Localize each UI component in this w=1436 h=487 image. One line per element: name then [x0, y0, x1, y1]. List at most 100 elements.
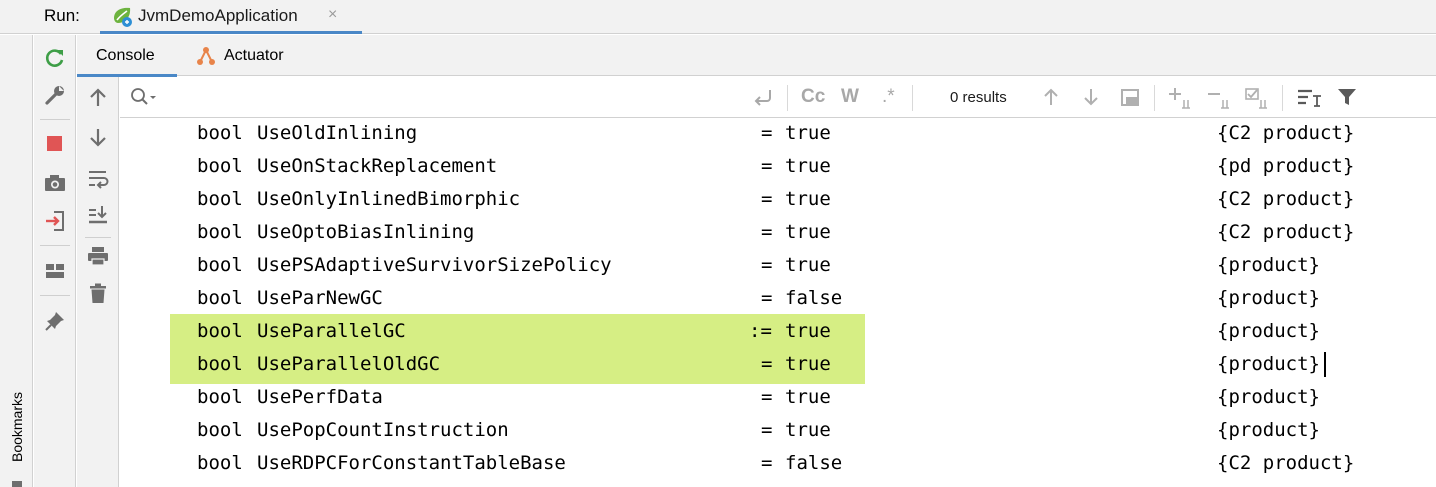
tab-console-label: Console: [96, 47, 155, 64]
flag-type: bool: [197, 419, 243, 441]
down-arrow-icon[interactable]: [85, 124, 111, 150]
flag-value: true: [785, 221, 831, 243]
flag-name: UsePSAdaptiveSurvivorSizePolicy: [257, 254, 612, 276]
flag-kind: {product}: [1217, 353, 1320, 375]
bookmark-icon: [12, 481, 22, 487]
tab-console[interactable]: Console: [77, 35, 177, 77]
flag-kind: {C2 product}: [1217, 188, 1355, 210]
bookmarks-sidebar: Bookmarks: [0, 35, 33, 487]
flag-value: true: [785, 188, 831, 210]
select-all-occurrences-icon[interactable]: [1117, 84, 1143, 110]
flag-name: UseParallelOldGC: [257, 353, 441, 375]
flag-operator: =: [761, 452, 773, 474]
match-case-button[interactable]: Cc: [801, 84, 825, 110]
flag-value: false: [785, 452, 843, 474]
active-tab-indicator: [100, 31, 362, 34]
flag-operator: =: [761, 221, 773, 243]
flag-name: UsePerfData: [257, 386, 383, 408]
tab-actuator[interactable]: Actuator: [187, 35, 307, 76]
filter-search-results-icon[interactable]: [1295, 84, 1323, 110]
toolbar-separator: [1282, 85, 1283, 111]
exclude-occurrence-icon[interactable]: [1243, 84, 1271, 110]
flag-type: bool: [197, 254, 243, 276]
flag-kind: {product}: [1217, 386, 1320, 408]
flag-name: UseParallelGC: [257, 320, 406, 342]
console-search-bar: Cc W .* 0 results: [120, 77, 1436, 118]
flag-name: UseOnlyInlinedBimorphic: [257, 188, 521, 210]
flag-kind: {C2 product}: [1217, 221, 1355, 243]
search-icon[interactable]: [130, 87, 158, 107]
flag-name: UseRDPCForConstantTableBase: [257, 452, 566, 474]
toolbar-separator: [40, 245, 70, 246]
up-arrow-icon[interactable]: [85, 85, 111, 111]
text-caret: [1324, 352, 1326, 377]
regex-button[interactable]: .*: [882, 84, 895, 110]
flag-operator: =: [761, 254, 773, 276]
flag-value: true: [785, 386, 831, 408]
bookmarks-tool-button[interactable]: Bookmarks: [6, 385, 26, 475]
previous-occurrence-icon[interactable]: [1038, 84, 1064, 110]
run-tab-title: JvmDemoApplication: [138, 6, 298, 25]
console-line: bool UsePerfData = true {product}: [120, 382, 1436, 415]
flag-value: true: [785, 122, 831, 144]
console-line: bool UseParallelOldGC = true {product}: [120, 349, 1436, 382]
toolbar-separator: [40, 119, 70, 120]
flag-kind: {product}: [1217, 419, 1320, 441]
flag-kind: {product}: [1217, 320, 1320, 342]
flag-value: true: [785, 353, 831, 375]
flag-name: UseOldInlining: [257, 122, 418, 144]
run-toolbar: [34, 35, 76, 487]
flag-value: true: [785, 155, 831, 177]
new-line-icon[interactable]: [750, 84, 776, 110]
flag-operator: =: [761, 122, 773, 144]
flag-type: bool: [197, 452, 243, 474]
run-tool-window-header: Run: JvmDemoApplication ×: [0, 0, 1436, 34]
soft-wrap-icon[interactable]: [85, 165, 111, 191]
login-icon[interactable]: [42, 208, 68, 234]
layout-icon[interactable]: [42, 258, 68, 284]
add-occurrence-icon[interactable]: [1166, 84, 1194, 110]
console-line: bool UseOptoBiasInlining = true {C2 product}: [120, 217, 1436, 250]
toolbar-separator: [1154, 85, 1155, 111]
run-configuration-tab[interactable]: JvmDemoApplication ×: [100, 0, 362, 34]
console-line: bool UseOnStackReplacement = true {pd produc…: [120, 151, 1436, 184]
flag-operator: =: [761, 155, 773, 177]
flag-type: bool: [197, 221, 243, 243]
rerun-icon[interactable]: [42, 45, 68, 71]
console-output[interactable]: bool UseOldInlining = true {C2 product} bool U…: [120, 118, 1436, 487]
scroll-to-end-icon[interactable]: [85, 202, 111, 228]
flag-type: bool: [197, 188, 243, 210]
search-input[interactable]: [164, 85, 744, 109]
flag-name: UseParNewGC: [257, 287, 383, 309]
camera-icon[interactable]: [42, 170, 68, 196]
console-line: bool UseOnlyInlinedBimorphic = true {C2 prod…: [120, 184, 1436, 217]
next-occurrence-icon[interactable]: [1078, 84, 1104, 110]
print-icon[interactable]: [85, 243, 111, 269]
console-line: bool UseRDPCForConstantTableBase = false {C2…: [120, 448, 1436, 481]
run-label: Run:: [44, 6, 80, 25]
filter-icon[interactable]: [1334, 84, 1360, 110]
toolbar-separator: [787, 85, 788, 111]
wrench-icon[interactable]: [42, 82, 68, 108]
flag-operator: =: [761, 419, 773, 441]
toolbar-separator: [912, 85, 913, 111]
remove-occurrence-icon[interactable]: [1205, 84, 1233, 110]
console-tab-bar: Console Actuator: [77, 35, 1436, 77]
stop-icon[interactable]: [42, 131, 68, 157]
spring-boot-icon: [114, 7, 132, 27]
console-line: bool UseParNewGC = false {product}: [120, 283, 1436, 316]
flag-operator: =: [761, 353, 773, 375]
pin-icon[interactable]: [42, 308, 68, 334]
words-button[interactable]: W: [841, 84, 859, 110]
console-line: bool UseParallelGC:= true {product}: [120, 316, 1436, 349]
bookmarks-label: Bookmarks: [9, 391, 25, 463]
flag-name: UsePopCountInstruction: [257, 419, 509, 441]
trash-icon[interactable]: [85, 280, 111, 306]
flag-operator: =: [761, 188, 773, 210]
flag-operator: =: [761, 386, 773, 408]
toolbar-separator: [85, 237, 111, 238]
close-icon[interactable]: ×: [328, 6, 337, 24]
actuator-icon: [197, 47, 215, 65]
flag-kind: {product}: [1217, 254, 1320, 276]
flag-value: true: [785, 320, 831, 342]
